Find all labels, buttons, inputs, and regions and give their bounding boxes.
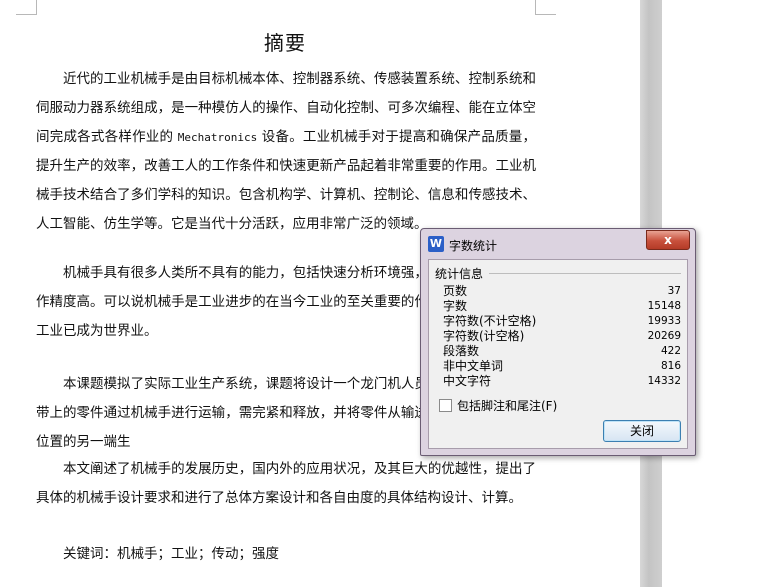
margin-corner-mark-left — [16, 0, 37, 15]
paragraph-1-mono-term: Mechatronics — [177, 131, 258, 144]
dialog-close-icon[interactable]: x — [646, 230, 690, 250]
keywords-line: 关键词：机械手；工业；传动；强度 — [36, 540, 536, 569]
margin-corner-mark-right — [535, 0, 556, 15]
stats-list: 页数 37 字数 15148 字符数(不计空格) 19933 字符数(计空格) 2026… — [441, 284, 681, 389]
stat-row-chinese-chars: 中文字符 14332 — [441, 374, 681, 389]
stat-value: 14332 — [647, 375, 681, 387]
document-title: 摘要 — [264, 31, 306, 55]
stat-row-chars-with-spaces: 字符数(计空格) 20269 — [441, 329, 681, 344]
include-footnotes-checkbox[interactable] — [439, 399, 452, 412]
wps-app-icon: W — [428, 236, 444, 252]
stat-row-words: 字数 15148 — [441, 299, 681, 314]
stat-value: 20269 — [647, 330, 681, 342]
stat-row-pages: 页数 37 — [441, 284, 681, 299]
stat-row-paragraphs: 段落数 422 — [441, 344, 681, 359]
paragraph-4: 本文阐述了机械手的发展历史，国内外的应用状况，及其巨大的优越性，提出了具体的机械… — [36, 455, 536, 513]
stat-label: 字符数(不计空格) — [443, 314, 537, 328]
stat-label: 页数 — [443, 284, 468, 298]
stat-value: 816 — [660, 360, 681, 372]
stat-label: 字符数(计空格) — [443, 329, 525, 343]
stat-label: 中文字符 — [443, 374, 492, 388]
paragraph-1: 近代的工业机械手是由目标机械本体、控制器系统、传感装置系统、控制系统和伺服动力器… — [36, 65, 536, 239]
group-divider — [489, 273, 681, 274]
stat-value: 37 — [667, 285, 681, 297]
keywords-text: 关键词：机械手；工业；传动；强度 — [63, 546, 279, 562]
stats-group-label: 统计信息 — [435, 267, 484, 281]
close-button[interactable]: 关闭 — [603, 420, 681, 442]
dialog-title: 字数统计 — [449, 239, 498, 253]
stat-label: 段落数 — [443, 344, 480, 358]
include-footnotes-label[interactable]: 包括脚注和尾注(F) — [457, 397, 557, 414]
stat-row-chars-no-spaces: 字符数(不计空格) 19933 — [441, 314, 681, 329]
dialog-client-area: 统计信息 页数 37 字数 15148 字符数(不计空格) 19933 字符数(计空格… — [428, 259, 688, 449]
dialog-titlebar[interactable]: W 字数统计 x — [421, 229, 695, 259]
word-count-dialog: W 字数统计 x 统计信息 页数 37 字数 15148 字符数(不计空格) 1993… — [420, 228, 696, 456]
stat-label: 字数 — [443, 299, 468, 313]
stat-row-non-chinese-words: 非中文单词 816 — [441, 359, 681, 374]
stat-label: 非中文单词 — [443, 359, 504, 373]
paragraph-4-text: 本文阐述了机械手的发展历史，国内外的应用状况，及其巨大的优越性，提出了具体的机械… — [36, 461, 536, 506]
stat-value: 19933 — [647, 315, 681, 327]
stat-value: 422 — [660, 345, 681, 357]
stat-value: 15148 — [647, 300, 681, 312]
